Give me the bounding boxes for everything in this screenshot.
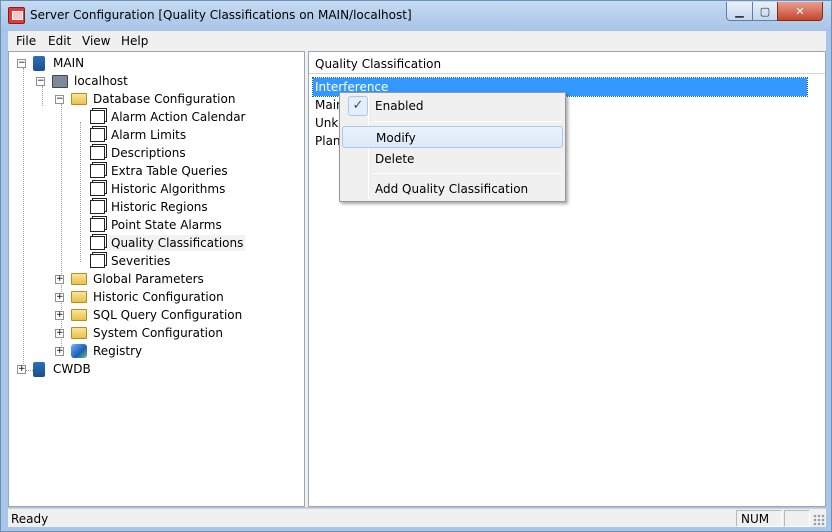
tree-node-sql-query-configuration[interactable]: + SQL Query Configuration bbox=[55, 306, 244, 324]
collapse-toggle[interactable]: − bbox=[17, 59, 26, 68]
folder-icon bbox=[71, 309, 87, 321]
minimize-icon: ▁ bbox=[735, 4, 744, 18]
menu-edit[interactable]: Edit bbox=[48, 34, 71, 48]
tree-node-label: CWDB bbox=[53, 362, 91, 376]
folder-icon bbox=[71, 291, 87, 303]
menu-item-label: Add Quality Classification bbox=[375, 182, 529, 196]
num-lock-label: NUM bbox=[741, 512, 770, 526]
tree-node-label: Historic Algorithms bbox=[111, 182, 226, 196]
column-header-label: Quality Classification bbox=[315, 57, 442, 71]
properties-icon bbox=[90, 164, 105, 178]
network-server-icon bbox=[33, 55, 45, 71]
properties-icon bbox=[90, 254, 105, 268]
menu-item-add-quality-classification[interactable]: Add Quality Classification bbox=[342, 178, 563, 200]
context-menu: ✓ Enabled Modify Delete Add Quality Clas… bbox=[339, 92, 566, 202]
tree-node-label: MAIN bbox=[53, 56, 85, 70]
tree-node-label: Alarm Limits bbox=[111, 128, 187, 142]
collapse-toggle[interactable]: − bbox=[36, 77, 45, 86]
properties-icon bbox=[90, 128, 105, 142]
menu-item-modify[interactable]: Modify bbox=[342, 126, 563, 148]
menu-item-delete[interactable]: Delete bbox=[342, 148, 563, 170]
properties-icon bbox=[90, 146, 105, 160]
properties-icon bbox=[90, 182, 105, 196]
minimize-button[interactable]: ▁ bbox=[726, 2, 753, 21]
checkmark-icon: ✓ bbox=[348, 96, 368, 116]
tree-node-label: SQL Query Configuration bbox=[93, 308, 243, 322]
close-button[interactable]: ✕ bbox=[777, 2, 823, 21]
properties-icon bbox=[90, 218, 105, 232]
tree-node-historic-configuration[interactable]: + Historic Configuration bbox=[55, 288, 226, 306]
status-panel-empty bbox=[784, 510, 810, 527]
tree-node-system-configuration[interactable]: + System Configuration bbox=[55, 324, 225, 342]
status-bar: Ready NUM bbox=[8, 508, 826, 527]
tree-node-label: localhost bbox=[74, 74, 128, 88]
tree-node-label: Descriptions bbox=[111, 146, 186, 160]
tree-view[interactable]: − MAIN − localhost − Database Configurat… bbox=[8, 51, 305, 507]
tree-node-label: Global Parameters bbox=[93, 272, 204, 286]
maximize-button[interactable]: ▢ bbox=[752, 2, 778, 21]
tree-node-label: System Configuration bbox=[93, 326, 223, 340]
folder-icon bbox=[71, 327, 87, 339]
tree-node-label: Quality Classifications bbox=[109, 235, 246, 251]
tree-node-label: Point State Alarms bbox=[111, 218, 222, 232]
tree-node-localhost[interactable]: − localhost bbox=[36, 72, 130, 90]
properties-icon bbox=[90, 200, 105, 214]
expand-toggle[interactable]: + bbox=[55, 311, 64, 320]
properties-icon bbox=[90, 236, 105, 250]
maximize-icon: ▢ bbox=[759, 4, 771, 18]
collapse-toggle[interactable]: − bbox=[55, 95, 64, 104]
resize-grip-icon[interactable] bbox=[813, 514, 825, 526]
tree-node-label: Historic Regions bbox=[111, 200, 208, 214]
tree-node-label: Registry bbox=[93, 344, 143, 358]
tree-node-historic-algorithms[interactable]: Historic Algorithms bbox=[90, 180, 227, 198]
menu-item-label: Modify bbox=[376, 131, 416, 145]
close-icon: ✕ bbox=[795, 4, 805, 18]
tree-node-database-configuration[interactable]: − Database Configuration bbox=[55, 90, 237, 108]
menu-item-label: Delete bbox=[375, 152, 415, 166]
tree-node-label: Extra Table Queries bbox=[111, 164, 228, 178]
menu-view[interactable]: View bbox=[82, 34, 110, 48]
application-window: Server Configuration [Quality Classifica… bbox=[0, 0, 832, 532]
tree-node-label: Historic Configuration bbox=[93, 290, 224, 304]
num-lock-indicator: NUM bbox=[736, 510, 782, 527]
tree-node-extra-table-queries[interactable]: Extra Table Queries bbox=[90, 162, 230, 180]
tree-node-point-state-alarms[interactable]: Point State Alarms bbox=[90, 216, 224, 234]
title-bar[interactable]: Server Configuration [Quality Classifica… bbox=[1, 1, 831, 31]
expand-toggle[interactable]: + bbox=[55, 329, 64, 338]
tree-node-label: Severities bbox=[111, 254, 171, 268]
tree-node-main[interactable]: − MAIN bbox=[17, 54, 86, 72]
window-title: Server Configuration [Quality Classifica… bbox=[30, 8, 412, 22]
menu-file[interactable]: File bbox=[16, 34, 36, 48]
properties-icon bbox=[90, 110, 105, 124]
expand-toggle[interactable]: + bbox=[17, 365, 26, 374]
column-header[interactable]: Quality Classification bbox=[309, 52, 825, 74]
tree-node-label: Database Configuration bbox=[93, 92, 236, 106]
folder-icon bbox=[71, 273, 87, 285]
tree-node-severities[interactable]: Severities bbox=[90, 252, 172, 270]
menu-help[interactable]: Help bbox=[121, 34, 148, 48]
tree-node-alarm-action-calendar[interactable]: Alarm Action Calendar bbox=[90, 108, 247, 126]
registry-icon bbox=[71, 344, 87, 358]
expand-toggle[interactable]: + bbox=[55, 275, 64, 284]
menu-item-label: Enabled bbox=[375, 99, 424, 113]
expand-toggle[interactable]: + bbox=[55, 293, 64, 302]
tree-node-alarm-limits[interactable]: Alarm Limits bbox=[90, 126, 188, 144]
tree-node-label: Alarm Action Calendar bbox=[111, 110, 246, 124]
network-server-icon bbox=[33, 361, 45, 377]
folder-icon bbox=[71, 93, 87, 105]
tree-node-cwdb[interactable]: + CWDB bbox=[17, 360, 93, 378]
tree-node-global-parameters[interactable]: + Global Parameters bbox=[55, 270, 206, 288]
tree-node-quality-classifications[interactable]: Quality Classifications bbox=[90, 234, 246, 252]
menu-bar: File Edit View Help bbox=[8, 31, 826, 51]
tree-node-historic-regions[interactable]: Historic Regions bbox=[90, 198, 210, 216]
computer-icon bbox=[52, 74, 68, 88]
app-icon[interactable] bbox=[8, 7, 25, 24]
status-text: Ready bbox=[11, 512, 49, 526]
tree-node-descriptions[interactable]: Descriptions bbox=[90, 144, 188, 162]
tree-node-registry[interactable]: + Registry bbox=[55, 342, 144, 360]
menu-item-enabled[interactable]: ✓ Enabled bbox=[342, 95, 563, 117]
expand-toggle[interactable]: + bbox=[55, 347, 64, 356]
